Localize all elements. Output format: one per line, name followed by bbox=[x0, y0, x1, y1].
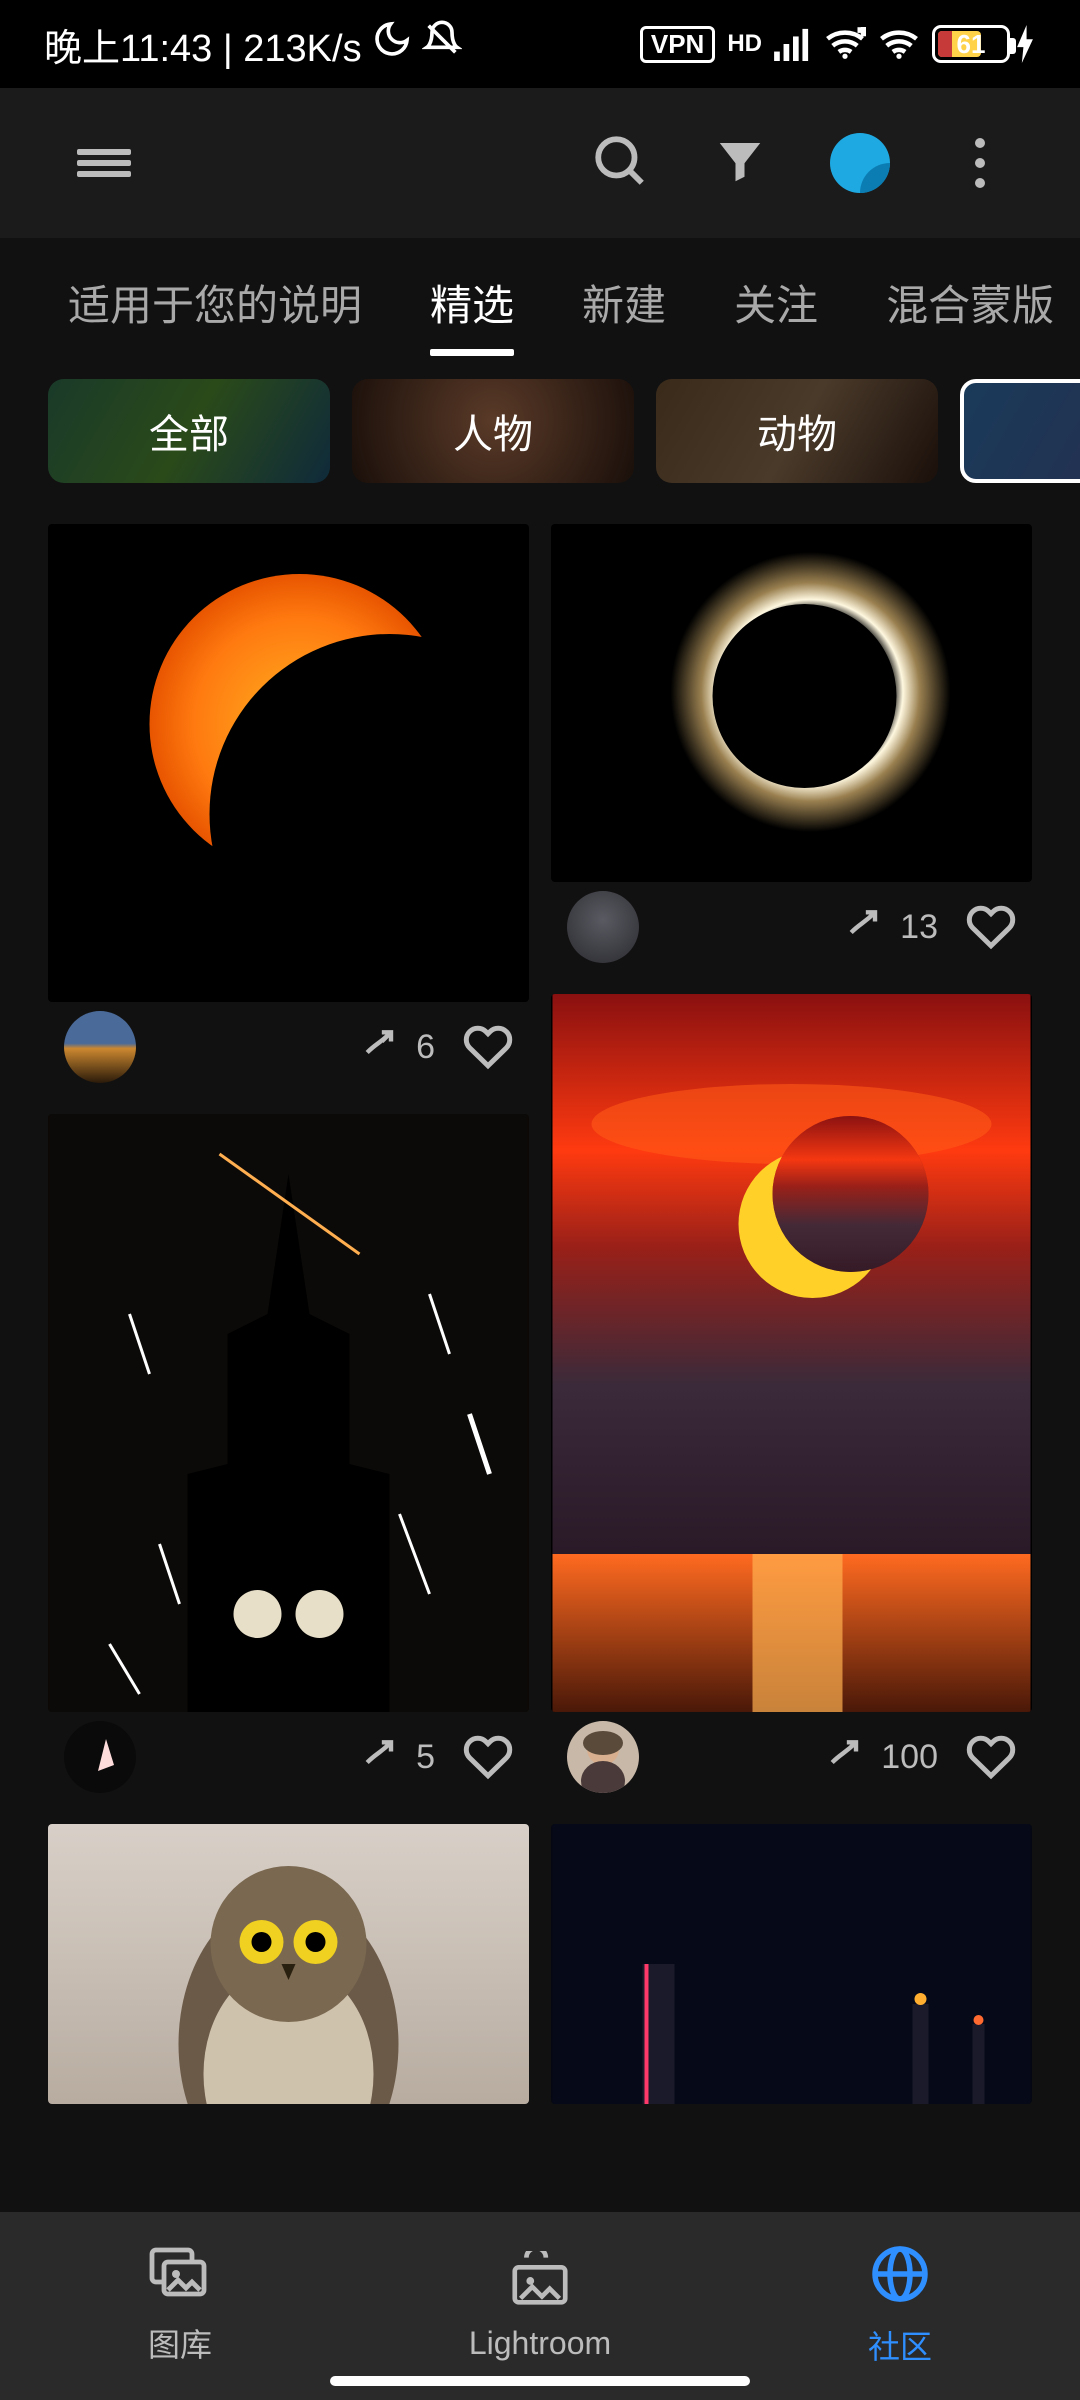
remix-count: 100 bbox=[881, 1738, 938, 1777]
top-tabs: 适用于您的说明 精选 新建 关注 混合蒙版 bbox=[0, 238, 1080, 366]
feed-card: 5 bbox=[48, 1114, 529, 1802]
feed-image[interactable] bbox=[48, 1114, 529, 1712]
funnel-icon bbox=[713, 134, 767, 193]
author-avatar[interactable] bbox=[64, 1721, 136, 1793]
author-avatar[interactable] bbox=[64, 1011, 136, 1083]
status-bar: 晚上11:43 | 213K/s VPN HD + 61 bbox=[0, 0, 1080, 88]
remix-icon[interactable] bbox=[823, 1735, 867, 1779]
feed-column-left: 6 bbox=[48, 524, 529, 2104]
chip-label: 人物 bbox=[453, 402, 533, 460]
lightroom-icon bbox=[507, 2251, 573, 2315]
remix-icon[interactable] bbox=[358, 1025, 402, 1069]
remix-count: 13 bbox=[900, 908, 938, 947]
remix-count: 5 bbox=[416, 1738, 435, 1777]
more-vertical-icon bbox=[975, 138, 985, 188]
tab-blend[interactable]: 混合蒙版 bbox=[852, 238, 1080, 366]
like-button[interactable] bbox=[966, 902, 1016, 952]
author-avatar[interactable] bbox=[567, 891, 639, 963]
remix-icon[interactable] bbox=[842, 905, 886, 949]
tab-for-you[interactable]: 适用于您的说明 bbox=[34, 238, 396, 366]
library-icon bbox=[148, 2246, 212, 2310]
feed-image[interactable] bbox=[551, 524, 1032, 882]
svg-text:+: + bbox=[859, 27, 866, 39]
search-button[interactable] bbox=[560, 103, 680, 223]
search-icon bbox=[591, 132, 649, 195]
tab-label: 关注 bbox=[734, 272, 818, 333]
menu-button[interactable] bbox=[44, 103, 164, 223]
like-button[interactable] bbox=[463, 1732, 513, 1782]
nav-label: 社区 bbox=[868, 2322, 932, 2368]
nav-lightroom[interactable]: Lightroom bbox=[360, 2212, 720, 2400]
vpn-badge: VPN bbox=[640, 26, 715, 63]
nav-library[interactable]: 图库 bbox=[0, 2212, 360, 2400]
feed-grid: 6 bbox=[0, 496, 1080, 2104]
feed-meta: 13 bbox=[551, 882, 1032, 972]
remix-count: 6 bbox=[416, 1028, 435, 1067]
bottom-nav: 图库 Lightroom 社区 bbox=[0, 2212, 1080, 2400]
nav-label: Lightroom bbox=[469, 2325, 611, 2362]
feed-image[interactable] bbox=[551, 1824, 1032, 2104]
category-chips[interactable]: 全部 人物 动物 夜 bbox=[0, 366, 1080, 496]
feed-meta: 5 bbox=[48, 1712, 529, 1802]
moon-icon bbox=[372, 19, 412, 69]
tab-label: 精选 bbox=[430, 272, 514, 333]
tab-following[interactable]: 关注 bbox=[700, 238, 852, 366]
chip-animals[interactable]: 动物 bbox=[656, 379, 938, 483]
wifi-icon: + bbox=[824, 27, 866, 61]
more-button[interactable] bbox=[920, 103, 1040, 223]
chip-people[interactable]: 人物 bbox=[352, 379, 634, 483]
feed-card bbox=[48, 1824, 529, 2104]
wifi-icon-2 bbox=[878, 27, 920, 61]
notification-off-icon bbox=[422, 19, 462, 69]
author-avatar[interactable] bbox=[567, 1721, 639, 1793]
status-right: VPN HD + 61 bbox=[640, 25, 1036, 63]
feed-column-right: 13 bbox=[551, 524, 1032, 2104]
feed-meta: 100 bbox=[551, 1712, 1032, 1802]
tab-label: 适用于您的说明 bbox=[68, 272, 362, 333]
hd-icon: HD bbox=[727, 30, 762, 58]
tab-featured[interactable]: 精选 bbox=[396, 238, 548, 366]
app-toolbar bbox=[0, 88, 1080, 238]
status-left: 晚上11:43 | 213K/s bbox=[44, 17, 462, 72]
like-button[interactable] bbox=[966, 1732, 1016, 1782]
hamburger-icon bbox=[77, 144, 131, 182]
feed-card: 13 bbox=[551, 524, 1032, 972]
tab-label: 混合蒙版 bbox=[886, 272, 1054, 333]
like-button[interactable] bbox=[463, 1022, 513, 1072]
globe-icon bbox=[870, 2244, 930, 2312]
feed-image[interactable] bbox=[551, 994, 1032, 1712]
user-avatar-icon bbox=[830, 133, 890, 193]
feed-meta: 6 bbox=[48, 1002, 529, 1092]
profile-button[interactable] bbox=[800, 103, 920, 223]
battery-icon: 61 bbox=[932, 25, 1036, 63]
chip-label: 动物 bbox=[757, 402, 837, 460]
chip-label: 全部 bbox=[149, 402, 229, 460]
chip-night[interactable]: 夜 bbox=[960, 379, 1080, 483]
feed-image[interactable] bbox=[48, 1824, 529, 2104]
feed-card: 100 bbox=[551, 994, 1032, 1802]
remix-icon[interactable] bbox=[358, 1735, 402, 1779]
filter-button[interactable] bbox=[680, 103, 800, 223]
signal-icon bbox=[774, 27, 812, 61]
nav-community[interactable]: 社区 bbox=[720, 2212, 1080, 2400]
tab-new[interactable]: 新建 bbox=[548, 238, 700, 366]
tab-label: 新建 bbox=[582, 272, 666, 333]
feed-image[interactable] bbox=[48, 524, 529, 1002]
status-time: 晚上11:43 | 213K/s bbox=[44, 17, 362, 72]
feed-card bbox=[551, 1824, 1032, 2104]
feed-card: 6 bbox=[48, 524, 529, 1092]
nav-label: 图库 bbox=[148, 2320, 212, 2366]
chip-all[interactable]: 全部 bbox=[48, 379, 330, 483]
home-indicator[interactable] bbox=[330, 2376, 750, 2386]
